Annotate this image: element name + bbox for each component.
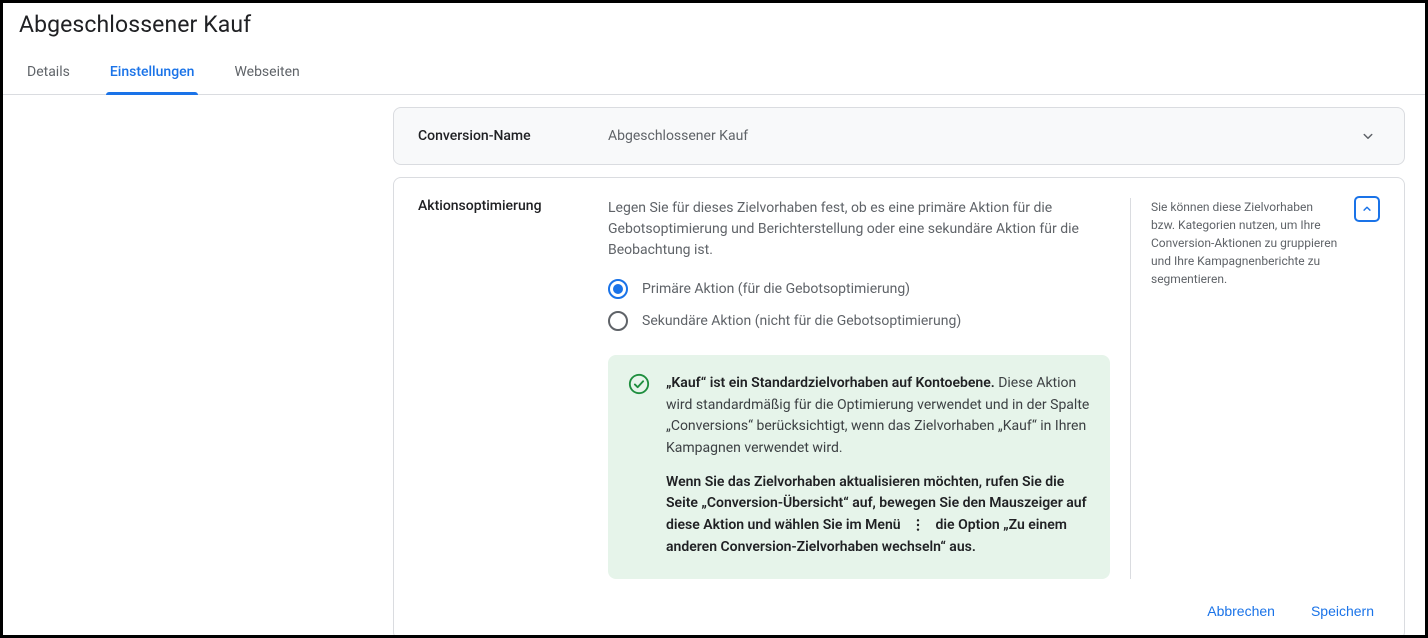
radio-icon — [608, 311, 628, 331]
conversion-name-label: Conversion-Name — [418, 128, 608, 144]
conversion-name-value: Abgeschlossener Kauf — [608, 128, 1356, 144]
tab-settings[interactable]: Einstellungen — [106, 52, 199, 94]
save-button[interactable]: Speichern — [1307, 597, 1378, 625]
radio-icon — [608, 279, 628, 299]
info-box-text: „Kauf“ ist ein Standardzielvorhaben auf … — [666, 373, 1090, 559]
page-title: Abgeschlossener Kauf — [19, 11, 1409, 38]
radio-primary-action[interactable]: Primäre Aktion (für die Gebotsoptimierun… — [608, 279, 1110, 299]
action-optimization-panel: Aktionsoptimierung Legen Sie für dieses … — [393, 177, 1405, 638]
conversion-name-panel[interactable]: Conversion-Name Abgeschlossener Kauf — [393, 107, 1405, 165]
section-description: Legen Sie für dieses Zielvorhaben fest, … — [608, 198, 1110, 261]
panel-footer: Abbrechen Speichern — [394, 579, 1404, 638]
radio-primary-label: Primäre Aktion (für die Gebotsoptimierun… — [642, 281, 910, 297]
tab-bar: Details Einstellungen Webseiten — [3, 52, 1425, 95]
radio-secondary-label: Sekundäre Aktion (nicht für die Gebotsop… — [642, 313, 961, 329]
check-circle-icon — [628, 373, 650, 395]
radio-secondary-action[interactable]: Sekundäre Aktion (nicht für die Gebotsop… — [608, 311, 1110, 331]
chevron-down-icon[interactable] — [1356, 124, 1380, 148]
info-box: „Kauf“ ist ein Standardzielvorhaben auf … — [608, 355, 1110, 579]
radio-group: Primäre Aktion (für die Gebotsoptimierun… — [608, 279, 1110, 331]
tab-websites[interactable]: Webseiten — [230, 52, 303, 94]
cancel-button[interactable]: Abbrechen — [1203, 597, 1279, 625]
section-title: Aktionsoptimierung — [418, 198, 608, 214]
more-vert-icon — [908, 515, 928, 535]
collapse-button[interactable] — [1354, 196, 1380, 222]
help-text: Sie können diese Zielvorhaben bzw. Kateg… — [1151, 198, 1380, 288]
tab-details[interactable]: Details — [23, 52, 74, 94]
